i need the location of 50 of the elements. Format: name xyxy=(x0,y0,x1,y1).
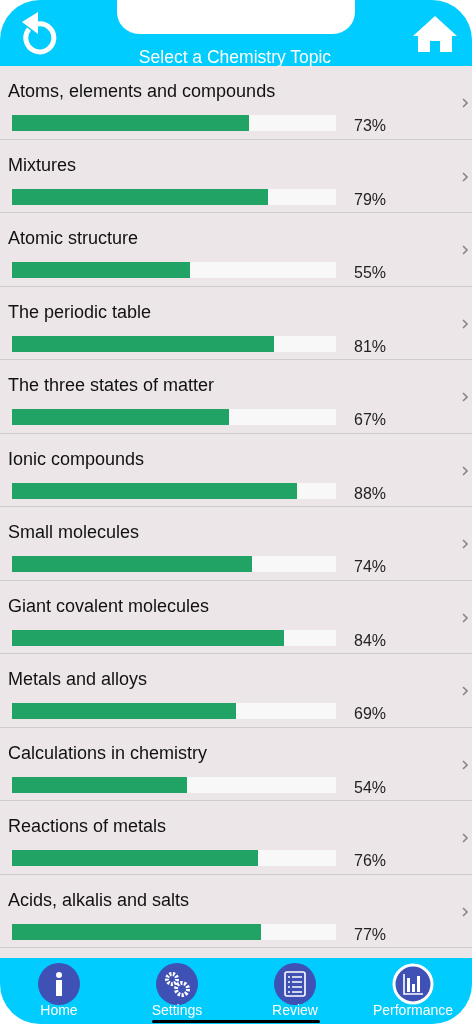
topic-name: Reactions of metals xyxy=(8,815,168,837)
topic-name: Atoms, elements and compounds xyxy=(8,80,277,102)
topic-row[interactable]: Calculations in chemistry 54% xyxy=(0,727,472,801)
topic-row[interactable]: Atomic structure 55% xyxy=(0,213,472,287)
screen-title: Select a Chemistry Topic xyxy=(138,47,332,68)
topic-name: The three states of matter xyxy=(8,374,216,396)
home-icon[interactable] xyxy=(412,15,458,53)
topic-name: Giant covalent molecules xyxy=(8,594,211,617)
chevron-icon xyxy=(462,392,468,402)
topic-row[interactable]: Reactions of metals 76% xyxy=(0,801,472,875)
topic-name: Acids, alkalis and salts xyxy=(8,888,191,911)
percent-label: 81% xyxy=(354,337,387,356)
topic-row[interactable]: Acids, alkalis and salts 77% xyxy=(0,874,472,948)
topic-row[interactable]: Mixtures 79% xyxy=(0,139,472,213)
chevron-icon xyxy=(462,98,468,108)
chevron-icon xyxy=(462,686,468,696)
percent-label: 54% xyxy=(354,778,387,797)
chevron-icon xyxy=(462,539,468,549)
topic-name: Ionic compounds xyxy=(8,447,146,470)
topic-row[interactable]: Metals and alloys 69% xyxy=(0,654,472,728)
topic-row[interactable]: The three states of matter 67% xyxy=(0,360,472,434)
chevron-icon xyxy=(462,465,468,476)
chevron-icon xyxy=(462,612,468,623)
topic-row[interactable]: Small molecules 74% xyxy=(0,507,472,581)
percent-label: 79% xyxy=(354,190,387,209)
topic-name: Mixtures xyxy=(8,153,77,176)
topic-row[interactable]: The periodic table 81% xyxy=(0,286,472,360)
percent-label: 84% xyxy=(354,631,387,650)
topic-name: The periodic table xyxy=(8,300,153,323)
percent-label: 73% xyxy=(354,117,387,135)
chevron-icon xyxy=(462,171,468,182)
topic-row[interactable]: Ionic compounds 88% xyxy=(0,433,472,507)
topic-name: Small molecules xyxy=(8,521,141,543)
chevron-icon xyxy=(462,906,468,917)
topic-name: Atomic structure xyxy=(8,227,140,249)
chevron-icon xyxy=(462,245,468,255)
percent-label: 76% xyxy=(354,852,387,870)
chevron-icon xyxy=(462,318,468,329)
topic-name: Metals and alloys xyxy=(8,668,149,690)
topic-name: Calculations in chemistry xyxy=(8,741,209,764)
percent-label: 67% xyxy=(354,411,387,429)
percent-label: 77% xyxy=(354,925,387,944)
chevron-icon xyxy=(462,833,468,843)
chevron-icon xyxy=(462,759,468,770)
topic-row[interactable]: Atoms, elements and compounds 73% xyxy=(0,66,472,140)
topic-row[interactable]: Giant covalent molecules 84% xyxy=(0,580,472,654)
percent-label: 69% xyxy=(354,705,387,723)
percent-label: 88% xyxy=(354,484,387,503)
percent-label: 74% xyxy=(354,558,387,576)
percent-label: 55% xyxy=(354,264,387,282)
